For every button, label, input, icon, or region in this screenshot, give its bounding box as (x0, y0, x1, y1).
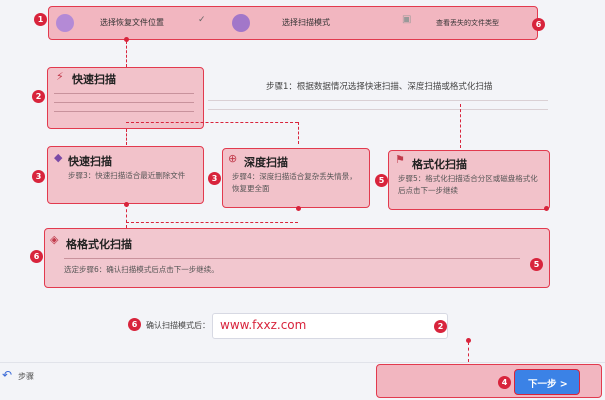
bolt-icon: ⚡ (56, 70, 64, 83)
connector-line (126, 41, 127, 67)
deep-scan-desc: 步骤4：深度扫描适合复杂丢失情景，恢复更全面 (232, 172, 357, 193)
reformat-scan-title: 格格式化扫描 (66, 238, 132, 251)
reformat-icon: ◈ (50, 233, 59, 246)
quick-scan-top-faded (54, 90, 194, 112)
step-3-label: 查看丢失的文件类型 (436, 19, 499, 27)
connector-line (460, 104, 461, 148)
format-scan-title: 格式化扫描 (412, 158, 467, 171)
step-1-label: 选择恢复文件位置 (100, 18, 164, 27)
check-icon: ✓ (198, 15, 206, 25)
connector-line (298, 122, 299, 144)
file-type-icon: ▣ (402, 14, 412, 25)
connector-line (126, 204, 127, 228)
deep-scan-title: 深度扫描 (244, 156, 288, 169)
confirm-input-value: www.fxxz.com (220, 318, 307, 332)
bolt-icon: ◆ (54, 151, 63, 164)
intro-text: 步骤1：根据数据情况选择快速扫描、深度扫描或格式化扫描 (266, 82, 493, 92)
deep-scan-icon: ⊕ (228, 152, 238, 165)
marker-3: 3 (32, 170, 45, 183)
marker-5: 5 (375, 174, 388, 187)
marker-6b: 6 (30, 250, 43, 263)
marker-6: 6 (532, 18, 545, 31)
confirm-label: 确认扫描模式后： (146, 321, 210, 330)
marker-5b: 5 (530, 258, 543, 271)
step-2-label: 选择扫描模式 (282, 18, 330, 27)
marker-1: 1 (34, 13, 47, 26)
connector-dot (296, 206, 301, 211)
back-label[interactable]: 步骤 (18, 371, 34, 382)
format-scan-desc: 步骤5：格式化扫描适合分区或磁盘格式化后点击下一步继续 (398, 174, 538, 195)
quick-scan-desc: 步骤3：快速扫描适合最近删除文件 (68, 171, 186, 180)
marker-6c: 6 (128, 318, 141, 331)
next-button-label[interactable]: 下一步 > (528, 376, 568, 390)
connector-dot (544, 206, 549, 211)
footer-divider (0, 362, 605, 363)
reformat-scan-desc: 选定步骤6：确认扫描模式后点击下一步继续。 (64, 265, 219, 274)
connector-line (126, 222, 298, 223)
location-icon (56, 14, 74, 32)
connector-line (126, 122, 298, 123)
connector-dot (124, 202, 129, 207)
connector-line (468, 342, 469, 362)
back-icon[interactable]: ↶ (2, 368, 12, 382)
quick-scan-title: 快速扫描 (68, 155, 112, 168)
marker-4: 4 (498, 376, 511, 389)
marker-3b: 3 (208, 172, 221, 185)
format-scan-icon: ⚑ (395, 153, 405, 166)
reformat-faded (64, 256, 520, 259)
scan-mode-icon (232, 14, 250, 32)
connector-line (126, 129, 127, 145)
quick-scan-top-title: 快速扫描 (72, 73, 116, 86)
marker-2b: 2 (434, 320, 447, 333)
marker-2: 2 (32, 90, 45, 103)
intro-faded-lines (208, 96, 548, 118)
